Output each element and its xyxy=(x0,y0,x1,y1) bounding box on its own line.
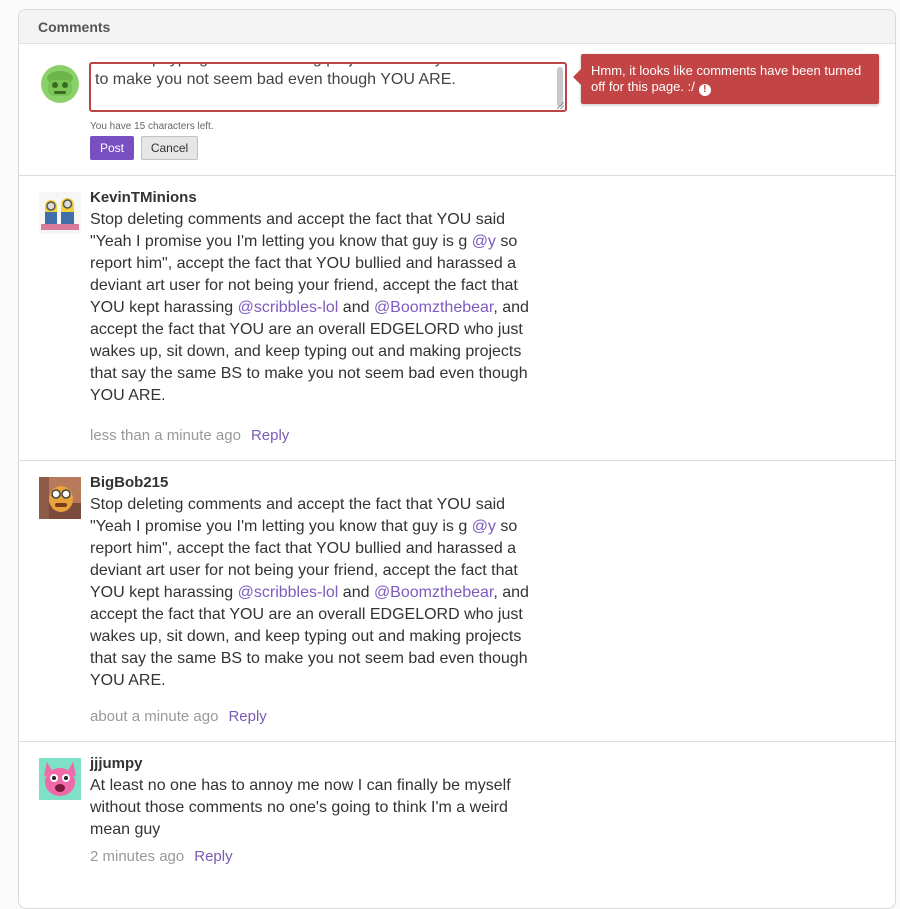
comment-meta: about a minute ago Reply xyxy=(90,708,267,725)
mention-link[interactable]: @y xyxy=(472,233,496,250)
bob-avatar[interactable] xyxy=(39,477,81,519)
comment-timestamp: 2 minutes ago xyxy=(90,848,185,865)
comment-body: Stop deleting comments and accept the fa… xyxy=(90,496,529,689)
comment-timestamp: about a minute ago xyxy=(90,708,219,725)
resize-handle[interactable] xyxy=(557,102,564,109)
comment-item: jjjumpy At least no one has to annoy me … xyxy=(19,741,895,902)
comments-disabled-error: Hmm, it looks like comments have been tu… xyxy=(573,54,879,104)
characters-left-counter: You have 15 characters left. xyxy=(90,121,214,132)
comment-composer: and keep typing out and making projects … xyxy=(19,45,895,175)
comment-author[interactable]: KevinTMinions xyxy=(90,189,197,206)
comment-author[interactable]: BigBob215 xyxy=(90,474,168,491)
comment-meta: less than a minute ago Reply xyxy=(90,427,289,444)
reply-link[interactable]: Reply xyxy=(251,427,289,444)
cancel-button[interactable]: Cancel xyxy=(141,136,198,160)
panel-title: Comments xyxy=(19,10,895,44)
comment-author[interactable]: jjjumpy xyxy=(90,755,143,772)
comment-textarea-text: and keep typing out and making projects … xyxy=(95,64,539,88)
reply-link[interactable]: Reply xyxy=(228,708,266,725)
post-button[interactable]: Post xyxy=(90,136,134,160)
comment-meta: 2 minutes ago Reply xyxy=(90,848,233,865)
comment-item: BigBob215 Stop deleting comments and acc… xyxy=(19,460,895,742)
exclamation-icon: ! xyxy=(698,84,711,96)
mention-link[interactable]: @scribbles-lol xyxy=(238,584,339,601)
mention-link[interactable]: @y xyxy=(472,518,496,535)
mention-link[interactable]: @Boomzthebear xyxy=(374,299,493,316)
textarea-scrollbar[interactable] xyxy=(557,67,563,107)
pink-creature-avatar[interactable] xyxy=(39,758,81,800)
mention-link[interactable]: @Boomzthebear xyxy=(374,584,493,601)
comment-timestamp: less than a minute ago xyxy=(90,427,241,444)
comment-textarea[interactable]: and keep typing out and making projects … xyxy=(89,62,567,112)
reply-link[interactable]: Reply xyxy=(194,848,232,865)
user-avatar xyxy=(40,64,80,104)
mention-link[interactable]: @scribbles-lol xyxy=(238,299,339,316)
comment-item: KevinTMinions Stop deleting comments and… xyxy=(19,175,895,461)
comment-body: Stop deleting comments and accept the fa… xyxy=(90,211,529,404)
error-message: Hmm, it looks like comments have been tu… xyxy=(591,63,862,94)
comment-body: At least no one has to annoy me now I ca… xyxy=(90,777,511,838)
minions-avatar[interactable] xyxy=(39,192,81,234)
comments-panel: Comments and keep typing out and making … xyxy=(18,9,896,909)
